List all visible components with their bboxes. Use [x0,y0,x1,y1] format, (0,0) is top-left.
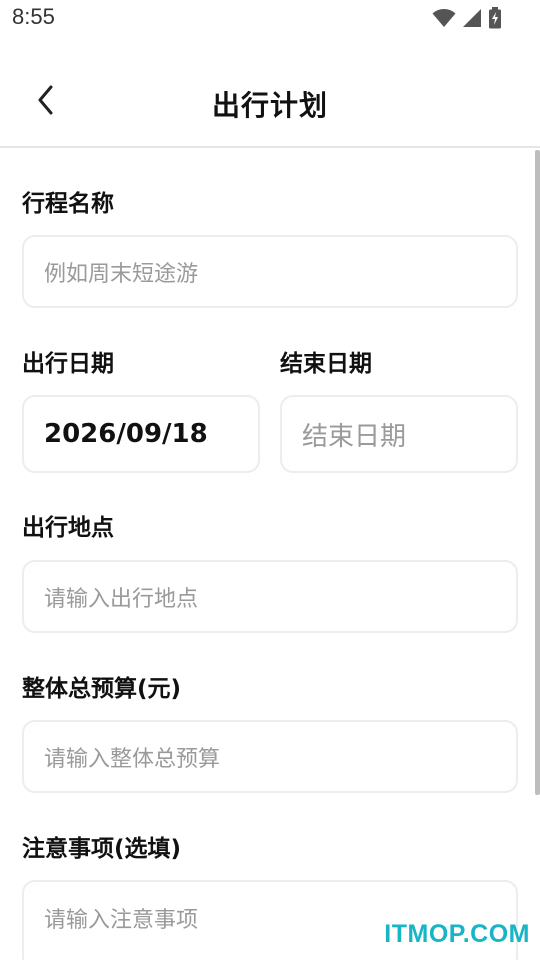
location-placeholder: 请输入出行地点 [44,586,199,612]
budget-input[interactable]: 请输入整体总预算 [22,720,518,793]
start-date-field[interactable]: 2026/09/18 [22,395,260,473]
page-title: 出行计划 [211,89,328,122]
location-input[interactable]: 请输入出行地点 [22,560,518,633]
status-time: 8:55 [12,4,55,29]
status-icons [432,7,502,29]
app-bar: 出行计划 [0,40,540,148]
scrollbar[interactable] [535,150,540,795]
watermark: ITMOP.COM [384,920,530,948]
notes-placeholder: 请输入注意事项 [44,908,199,933]
notes-label: 注意事项(选填) [22,836,182,862]
location-label: 出行地点 [22,515,114,541]
budget-placeholder: 请输入整体总预算 [44,746,221,772]
end-date-placeholder: 结束日期 [302,421,407,452]
start-date-value: 2026/09/18 [44,419,208,449]
end-date-label: 结束日期 [280,351,372,377]
start-date-label: 出行日期 [22,351,114,377]
budget-label: 整体总预算(元) [22,676,182,702]
wifi-icon [432,8,456,28]
trip-name-input[interactable]: 例如周末短途游 [22,235,518,308]
trip-name-placeholder: 例如周末短途游 [44,261,199,287]
trip-name-label: 行程名称 [22,191,114,217]
cellular-signal-icon [462,8,482,28]
battery-charging-icon [488,7,502,29]
end-date-field[interactable]: 结束日期 [280,395,518,473]
status-bar: 8:55 [0,0,540,40]
